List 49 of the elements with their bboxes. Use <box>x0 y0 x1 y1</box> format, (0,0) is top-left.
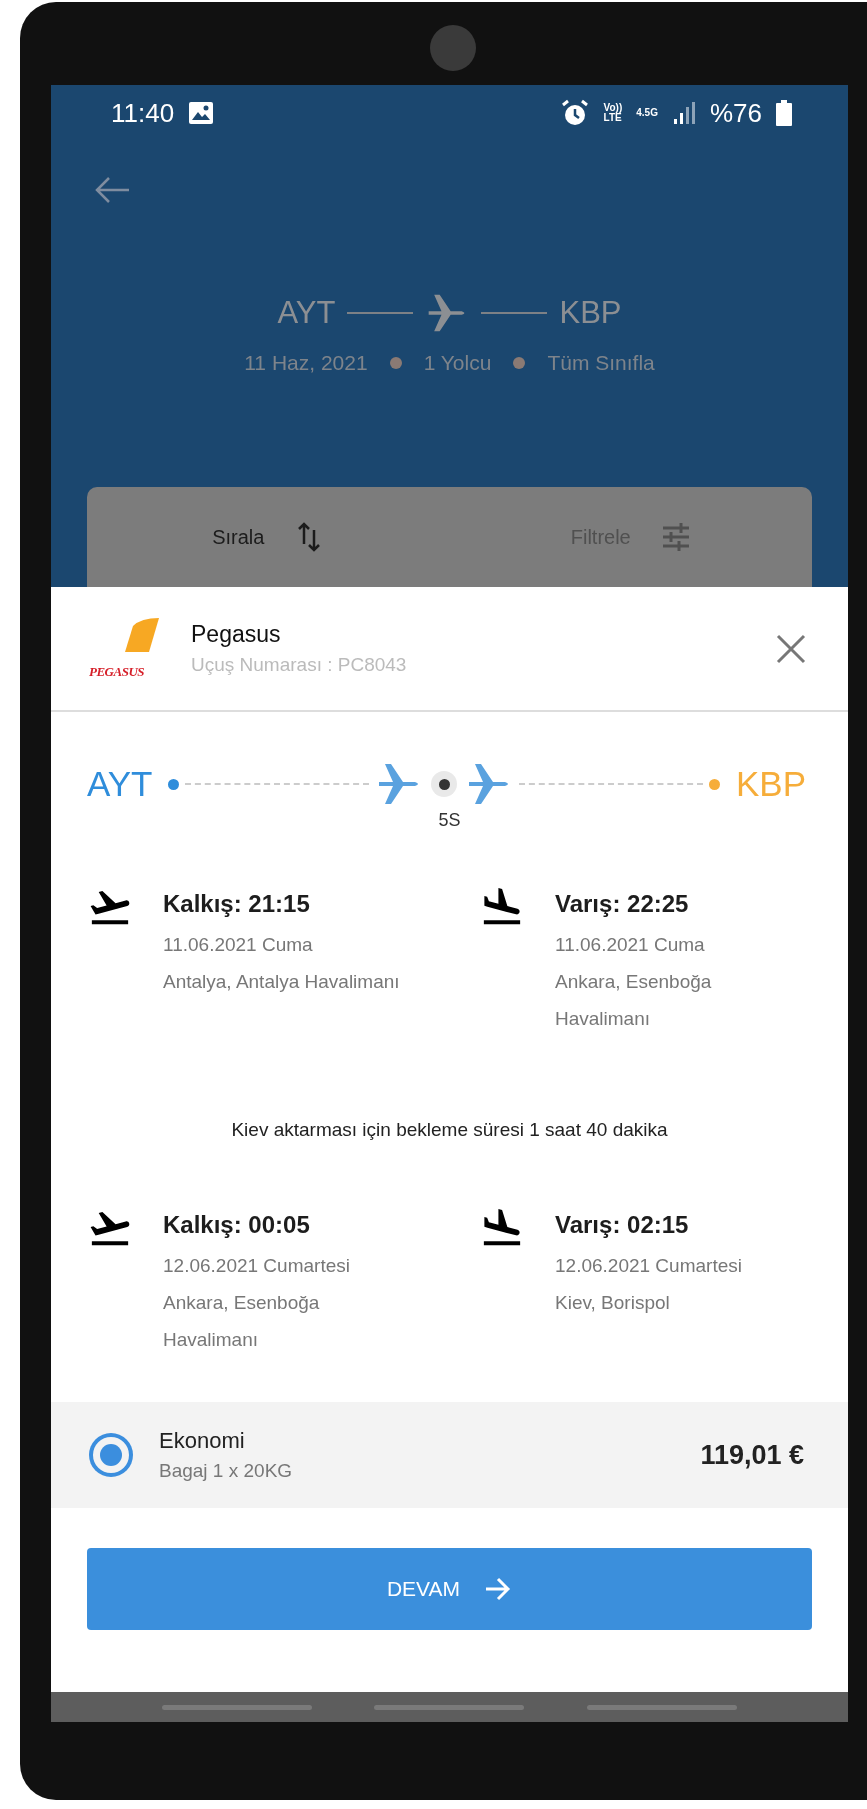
time-label: Varış: 02:15 <box>555 1210 690 1240</box>
baggage-text: Bagaj 1 x 20KG <box>159 1460 293 1482</box>
time-label: Varış: 22:25 <box>555 889 690 919</box>
airport-text: Ankara, Esenboğa Havalimanı <box>163 1291 321 1352</box>
lte-label: LTE <box>603 113 623 123</box>
flight-number: Uçuş Numarası : PC8043 <box>191 654 407 676</box>
time-label: Kalkış: 00:05 <box>163 1210 311 1240</box>
destination-code: KBP <box>559 295 622 331</box>
signal-icon <box>671 101 696 125</box>
airport-text: Ankara, Esenboğa Havalimanı <box>555 970 713 1031</box>
stop-dot <box>431 771 458 797</box>
date-text: 12.06.2021 Cumartesi <box>163 1254 351 1278</box>
search-detail: 11 Haz, 2021 <box>244 351 368 375</box>
search-detail: 1 Yolcu <box>423 351 492 375</box>
date-text: 11.06.2021 Cuma <box>555 933 706 957</box>
sliders-icon <box>660 520 691 554</box>
airline-name: Pegasus <box>191 621 282 648</box>
network-label: 4.5G <box>636 108 658 118</box>
image-icon <box>188 101 215 125</box>
airport-text: Kiev, Borispol <box>555 1291 671 1315</box>
fare-price: 119,01 € <box>700 1439 804 1471</box>
radio-button[interactable] <box>89 1433 133 1477</box>
time-label: Kalkış: 21:15 <box>163 889 311 919</box>
destination-code: KBP <box>735 764 806 804</box>
separator-dot <box>389 357 402 369</box>
separator-dot <box>513 357 526 369</box>
fare-name: Ekonomi <box>159 1428 246 1454</box>
origin-code: AYT <box>87 764 153 804</box>
arrow-right-icon <box>484 1576 513 1602</box>
origin-code: AYT <box>277 295 336 331</box>
back-arrow-icon[interactable] <box>93 175 131 205</box>
origin-dot <box>168 778 180 790</box>
airport-text: Antalya, Antalya Havalimanı <box>163 970 400 994</box>
battery-icon <box>776 100 792 126</box>
battery-percent: %76 <box>709 97 762 129</box>
stop-label: 5S <box>438 810 461 830</box>
destination-dot <box>708 778 720 790</box>
logo-text: PEGASUS <box>89 663 145 680</box>
date-text: 12.06.2021 Cumartesi <box>555 1254 742 1278</box>
transfer-note: Kiev aktarması için bekleme süresi 1 saat 40 dakika <box>230 1119 669 1141</box>
volte-label: Vo)) <box>603 103 623 113</box>
front-camera <box>430 25 476 71</box>
fare-option[interactable]: Ekonomi Bagaj 1 x 20KG 119,01 € <box>51 1402 848 1508</box>
sort-button[interactable]: Sırala <box>87 487 450 587</box>
date-text: 11.06.2021 Cuma <box>163 933 314 957</box>
continue-button[interactable]: DEVAM <box>87 1548 812 1630</box>
alarm-icon <box>559 99 590 127</box>
search-detail: Tüm Sınıfla <box>547 351 655 375</box>
clock-time: 11:40 <box>111 97 175 129</box>
